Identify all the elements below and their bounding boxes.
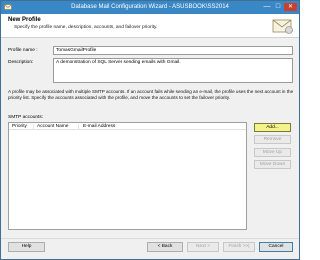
column-account-name[interactable]: Account Name <box>37 124 68 129</box>
mail-envelope-icon <box>272 19 293 34</box>
column-email-address[interactable]: E-mail Address <box>83 124 115 129</box>
title-bar: Database Mail Configuration Wizard - ASU… <box>1 1 299 14</box>
wizard-window: Database Mail Configuration Wizard - ASU… <box>0 0 300 260</box>
profile-name-input[interactable]: TomasGmailProfile <box>53 46 293 55</box>
smtp-accounts-list[interactable]: Priority Account Name E-mail Address <box>8 122 247 230</box>
next-button[interactable]: Next > <box>187 242 219 252</box>
page-subtitle: Specify the profile name, description, a… <box>14 25 158 30</box>
back-button[interactable]: < Back <box>147 242 183 252</box>
close-button[interactable]: ✕ <box>284 3 297 11</box>
minimize-button[interactable]: — <box>262 3 272 11</box>
failover-info-text: A profile may be associated with multipl… <box>8 89 294 100</box>
maximize-button[interactable]: □ <box>273 3 283 11</box>
add-account-button[interactable]: Add... <box>254 123 291 132</box>
page-title: New Profile <box>8 17 41 23</box>
column-separator <box>78 124 79 129</box>
description-label: Description: <box>8 60 34 65</box>
help-button[interactable]: Help <box>8 242 45 252</box>
footer-divider <box>1 238 299 239</box>
description-input[interactable]: A demonstration of SQL Server sending em… <box>53 58 293 83</box>
profile-name-label: Profile name : <box>8 48 38 53</box>
move-up-button[interactable]: Move Up <box>254 148 291 157</box>
finish-button[interactable]: Finish >>| <box>223 242 255 252</box>
wizard-content: Profile name : TomasGmailProfile Descrip… <box>1 39 299 238</box>
smtp-accounts-label: SMTP accounts: <box>8 115 44 120</box>
window-title: Database Mail Configuration Wizard - ASU… <box>71 4 229 10</box>
cancel-button[interactable]: Cancel <box>259 242 293 252</box>
wizard-header: New Profile Specify the profile name, de… <box>1 14 299 38</box>
remove-account-button[interactable]: Remove <box>254 135 291 144</box>
column-separator <box>33 124 34 129</box>
table-header: Priority Account Name E-mail Address <box>9 123 246 130</box>
column-priority[interactable]: Priority <box>12 124 27 129</box>
move-down-button[interactable]: Move Down <box>254 160 291 169</box>
